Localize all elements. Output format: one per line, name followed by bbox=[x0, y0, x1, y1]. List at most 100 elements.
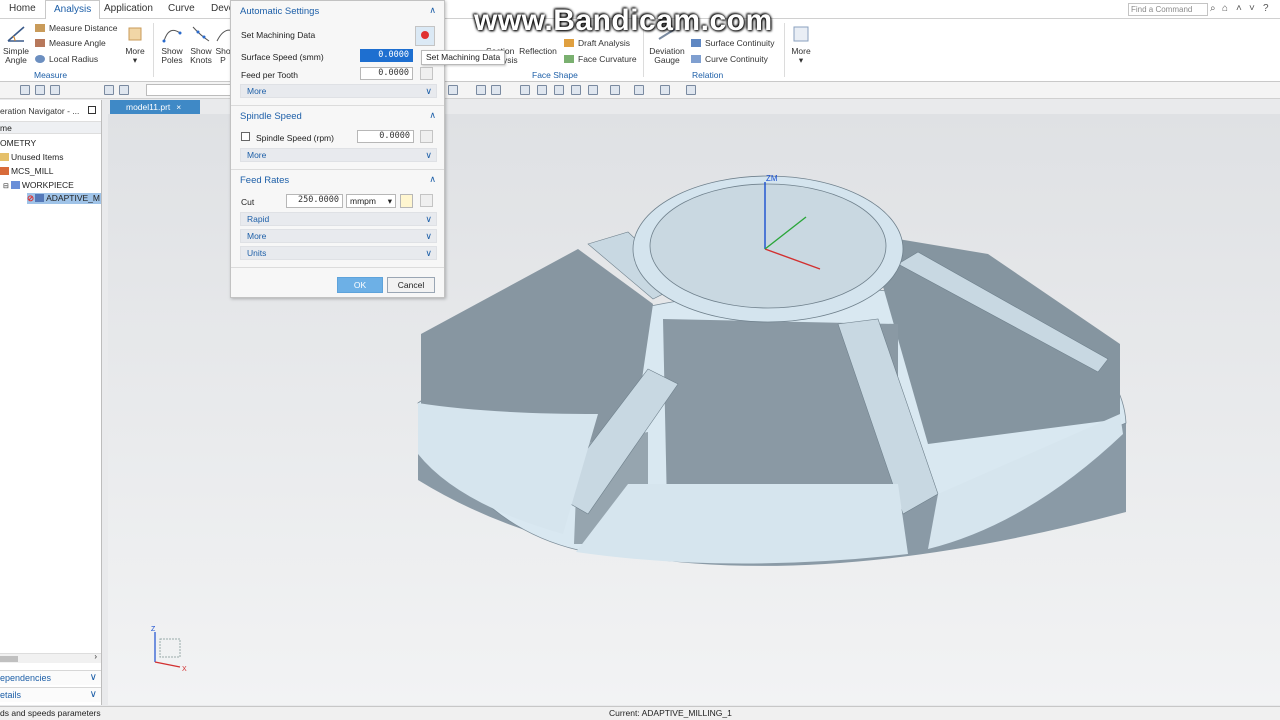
show-knots-button[interactable]: Show Knots bbox=[187, 23, 215, 65]
measure-angle-button[interactable]: Measure Angle bbox=[35, 38, 106, 48]
render-icon[interactable] bbox=[634, 85, 644, 95]
measure-tool-icon bbox=[128, 27, 142, 41]
close-icon[interactable]: × bbox=[176, 102, 181, 112]
calculator-icon[interactable] bbox=[420, 67, 433, 80]
tree-item-adaptive-milling[interactable]: ⊘ ADAPTIVE_M bbox=[27, 193, 101, 204]
reflection-button[interactable]: Reflection bbox=[518, 47, 558, 56]
local-radius-button[interactable]: Local Radius bbox=[35, 54, 98, 64]
tab-analysis[interactable]: Analysis bbox=[45, 0, 101, 19]
automatic-more-expander[interactable]: More ∨ bbox=[240, 84, 437, 98]
cut-label: Cut bbox=[241, 197, 255, 207]
chevron-down-icon[interactable]: ∨ bbox=[90, 688, 97, 702]
collapse-icon[interactable]: ⊟ bbox=[3, 183, 9, 190]
simple-angle-button[interactable]: Simple Angle bbox=[2, 23, 30, 65]
feed-more-expander[interactable]: More ∨ bbox=[240, 229, 437, 243]
set-machining-data-button[interactable] bbox=[415, 26, 435, 46]
show-poles-button[interactable]: Show Poles bbox=[158, 23, 186, 65]
toolbar-icon[interactable] bbox=[476, 85, 486, 95]
home-icon[interactable]: ⌂ bbox=[1222, 3, 1228, 14]
curve-icon bbox=[691, 55, 701, 63]
lock-icon[interactable] bbox=[400, 194, 413, 208]
toolbar-icon[interactable] bbox=[20, 85, 30, 95]
toolbar-icon[interactable] bbox=[119, 85, 129, 95]
dependencies-panel[interactable]: ependencies ∨ bbox=[0, 670, 101, 685]
tab-home[interactable]: Home bbox=[9, 3, 36, 14]
search-icon[interactable]: ⌕ bbox=[1210, 3, 1216, 14]
collapse-icon[interactable]: ∧ bbox=[429, 5, 436, 16]
status-bar: ds and speeds parameters Current: ADAPTI… bbox=[0, 706, 1280, 720]
find-command-input[interactable]: Find a Command bbox=[1128, 3, 1208, 16]
workpiece-icon bbox=[10, 181, 20, 189]
spindle-speed-input[interactable]: 0.0000 bbox=[357, 130, 414, 143]
ruler-icon bbox=[35, 24, 45, 32]
calculator-icon[interactable] bbox=[420, 130, 433, 143]
part-file-tab[interactable]: model11.prt × bbox=[110, 100, 200, 114]
spindle-more-expander[interactable]: More ∨ bbox=[240, 148, 437, 162]
automatic-settings-title[interactable]: Automatic Settings bbox=[240, 6, 319, 17]
spindle-speed-checkbox[interactable] bbox=[241, 132, 250, 141]
table-icon[interactable] bbox=[610, 85, 620, 95]
group-label-relation: Relation bbox=[692, 70, 724, 80]
rapid-expander[interactable]: Rapid ∨ bbox=[240, 212, 437, 226]
chevron-down-icon[interactable]: ∨ bbox=[90, 671, 97, 685]
no-status-icon: ⊘ bbox=[27, 193, 35, 203]
toolbar-icon[interactable] bbox=[104, 85, 114, 95]
tab-application[interactable]: Application bbox=[104, 3, 153, 14]
toolbar-icon[interactable] bbox=[491, 85, 501, 95]
toolbar-icon[interactable] bbox=[35, 85, 45, 95]
toolbar-icon[interactable] bbox=[448, 85, 458, 95]
units-expander[interactable]: Units ∨ bbox=[240, 246, 437, 260]
status-current: Current: ADAPTIVE_MILLING_1 bbox=[609, 708, 732, 718]
scroll-right-icon[interactable]: › bbox=[94, 652, 97, 661]
operation-icon bbox=[35, 194, 45, 202]
measure-more-button[interactable]: More ▾ bbox=[121, 23, 149, 65]
tree-item-unused[interactable]: Unused Items bbox=[0, 152, 63, 162]
tree-item-workpiece[interactable]: ⊟ WORKPIECE bbox=[3, 180, 74, 190]
cut-feed-input[interactable]: 250.0000 bbox=[286, 194, 343, 208]
fit-view-icon[interactable] bbox=[520, 85, 530, 95]
rotate-icon[interactable] bbox=[554, 85, 564, 95]
tab-curve[interactable]: Curve bbox=[168, 3, 195, 14]
cut-unit-select[interactable]: mmpm ▾ bbox=[346, 194, 396, 208]
tree-item-mcs-mill[interactable]: MCS_MILL bbox=[0, 166, 54, 176]
cube-icon[interactable] bbox=[660, 85, 670, 95]
chevron-up-icon[interactable]: ˄ bbox=[1236, 3, 1242, 14]
collapse-icon[interactable]: ∧ bbox=[429, 110, 436, 121]
surface-continuity-button[interactable]: Surface Continuity bbox=[691, 38, 774, 48]
feed-rates-title[interactable]: Feed Rates bbox=[240, 175, 289, 186]
calculator-icon[interactable] bbox=[420, 194, 433, 207]
view-icon[interactable] bbox=[588, 85, 598, 95]
details-panel[interactable]: etails ∨ bbox=[0, 687, 101, 702]
measure-distance-button[interactable]: Measure Distance bbox=[35, 23, 118, 33]
pan-icon[interactable] bbox=[571, 85, 581, 95]
surface-icon bbox=[691, 39, 701, 47]
zoom-icon[interactable] bbox=[537, 85, 547, 95]
chevron-down-icon[interactable]: ˅ bbox=[1249, 3, 1255, 14]
toolbar-icon[interactable] bbox=[50, 85, 60, 95]
ok-button[interactable]: OK bbox=[337, 277, 383, 293]
chevron-down-icon: ∨ bbox=[425, 86, 432, 96]
feed-per-tooth-input[interactable]: 0.0000 bbox=[360, 67, 413, 80]
spindle-speed-title[interactable]: Spindle Speed bbox=[240, 111, 302, 122]
machining-data-icon bbox=[421, 31, 429, 39]
scrollbar-thumb[interactable] bbox=[0, 656, 18, 662]
poles-icon bbox=[162, 29, 182, 43]
selection-icon[interactable] bbox=[686, 85, 696, 95]
curve-continuity-button[interactable]: Curve Continuity bbox=[691, 54, 768, 64]
status-prompt: ds and speeds parameters bbox=[0, 708, 101, 718]
tree-item-geometry[interactable]: OMETRY bbox=[0, 138, 36, 148]
surface-speed-label: Surface Speed (smm) bbox=[241, 52, 324, 62]
horizontal-scrollbar[interactable]: › bbox=[0, 652, 101, 663]
draft-analysis-button[interactable]: Draft Analysis bbox=[564, 38, 630, 48]
tooltip: Set Machining Data bbox=[421, 50, 505, 65]
surface-speed-input[interactable]: 0.0000 bbox=[360, 49, 413, 62]
maximize-icon[interactable] bbox=[88, 106, 96, 114]
relation-more-button[interactable]: More ▾ bbox=[788, 23, 814, 65]
help-icon[interactable]: ? bbox=[1263, 3, 1269, 14]
navigator-column-header[interactable]: me bbox=[0, 121, 101, 134]
filter-combo[interactable] bbox=[146, 84, 232, 96]
collapse-icon[interactable]: ∧ bbox=[429, 174, 436, 185]
cancel-button[interactable]: Cancel bbox=[387, 277, 435, 293]
face-curvature-button[interactable]: Face Curvature bbox=[564, 54, 637, 64]
axis-zm-label: ZM bbox=[766, 174, 778, 183]
